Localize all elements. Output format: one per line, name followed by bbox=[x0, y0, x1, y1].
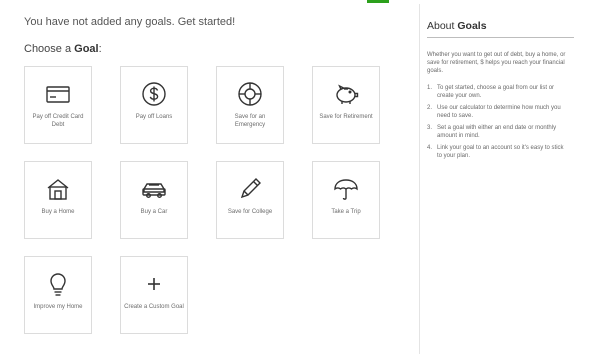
goal-card-custom[interactable]: Create a Custom Goal bbox=[120, 256, 188, 334]
about-description: Whether you want to get out of debt, buy… bbox=[427, 52, 566, 74]
choose-goal-heading: Choose a Goal: bbox=[24, 43, 102, 55]
step-number: 1. bbox=[427, 85, 433, 91]
plus-icon bbox=[140, 270, 168, 298]
about-title-rule bbox=[427, 37, 574, 38]
credit-card-icon bbox=[44, 80, 72, 108]
about-steps-list: 1. To get started, choose a goal from our… bbox=[427, 84, 575, 160]
step-text: Use our calculator to determine how much… bbox=[437, 105, 561, 119]
about-title-prefix: About bbox=[427, 20, 458, 32]
car-icon bbox=[140, 175, 168, 203]
house-icon bbox=[44, 175, 72, 203]
step-number: 3. bbox=[427, 125, 433, 131]
goal-label: Improve my Home bbox=[33, 304, 83, 310]
goal-card-emergency[interactable]: Save for an Emergency bbox=[216, 66, 284, 144]
goal-card-trip[interactable]: Take a Trip bbox=[312, 161, 380, 239]
pencil-icon bbox=[236, 175, 264, 203]
goal-label: Save for an Emergency bbox=[234, 114, 266, 128]
goal-label: Pay off Loans bbox=[135, 114, 173, 120]
umbrella-icon bbox=[332, 175, 360, 203]
goal-card-college[interactable]: Save for College bbox=[216, 161, 284, 239]
about-title-bold: Goals bbox=[457, 20, 487, 32]
goal-card-home[interactable]: Buy a Home bbox=[24, 161, 92, 239]
lightbulb-icon bbox=[44, 270, 72, 298]
about-step: 4. Link your goal to an account so it's e… bbox=[427, 144, 565, 160]
step-number: 2. bbox=[427, 105, 433, 111]
step-text: Set a goal with either an end date or mo… bbox=[437, 125, 557, 139]
about-step: 2. Use our calculator to determine how mu… bbox=[427, 104, 565, 120]
about-step: 3. Set a goal with either an end date or … bbox=[427, 124, 565, 140]
goal-card-improve-home[interactable]: Improve my Home bbox=[24, 256, 92, 334]
choose-goal-bold: Goal bbox=[74, 43, 99, 55]
goal-label: Save for College bbox=[227, 209, 273, 215]
goal-card-loans[interactable]: Pay off Loans bbox=[120, 66, 188, 144]
goal-label: Save for Retirement bbox=[319, 114, 373, 120]
step-text: To get started, choose a goal from our l… bbox=[437, 85, 555, 99]
goal-card-credit-card-debt[interactable]: Pay off Credit Card Debt bbox=[24, 66, 92, 144]
active-tab-indicator bbox=[367, 0, 389, 3]
dollar-coin-icon bbox=[140, 80, 168, 108]
goal-label: Create a Custom Goal bbox=[124, 304, 184, 310]
goal-label: Buy a Car bbox=[140, 209, 168, 215]
choose-goal-prefix: Choose a bbox=[24, 43, 75, 55]
no-goals-message: You have not added any goals. Get starte… bbox=[24, 16, 236, 28]
choose-goal-suffix: : bbox=[98, 43, 102, 55]
goal-label: Take a Trip bbox=[331, 209, 361, 215]
sidebar-divider bbox=[419, 4, 420, 354]
goal-label: Pay off Credit Card Debt bbox=[32, 114, 84, 128]
piggy-bank-icon bbox=[332, 80, 360, 108]
goal-card-retirement[interactable]: Save for Retirement bbox=[312, 66, 380, 144]
step-text: Link your goal to an account so it's eas… bbox=[437, 145, 564, 159]
life-preserver-icon bbox=[236, 80, 264, 108]
goal-card-car[interactable]: Buy a Car bbox=[120, 161, 188, 239]
step-number: 4. bbox=[427, 145, 433, 151]
about-goals-title: About Goals bbox=[427, 20, 575, 32]
about-step: 1. To get started, choose a goal from our… bbox=[427, 84, 565, 100]
about-goals-panel: About Goals Whether you want to get out … bbox=[427, 20, 575, 164]
goal-label: Buy a Home bbox=[41, 209, 75, 215]
